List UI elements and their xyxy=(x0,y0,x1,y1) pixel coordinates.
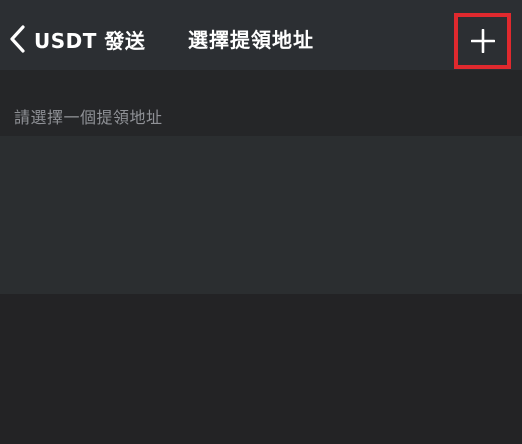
chevron-left-icon xyxy=(10,25,25,53)
back-label: USDT 發送 xyxy=(34,28,146,53)
withdraw-address-screen: USDT 發送 選擇提領地址 請選擇一個提領地址 xyxy=(0,0,522,444)
navigation-bar: USDT 發送 選擇提領地址 xyxy=(0,0,522,70)
back-button[interactable]: USDT 發送 xyxy=(8,16,145,62)
add-address-button[interactable] xyxy=(454,13,511,69)
select-address-hint: 請選擇一個提領地址 xyxy=(14,108,163,127)
page-title: 選擇提領地址 xyxy=(188,28,314,52)
plus-icon xyxy=(470,29,495,53)
empty-area xyxy=(0,294,522,444)
address-list[interactable] xyxy=(0,136,522,294)
